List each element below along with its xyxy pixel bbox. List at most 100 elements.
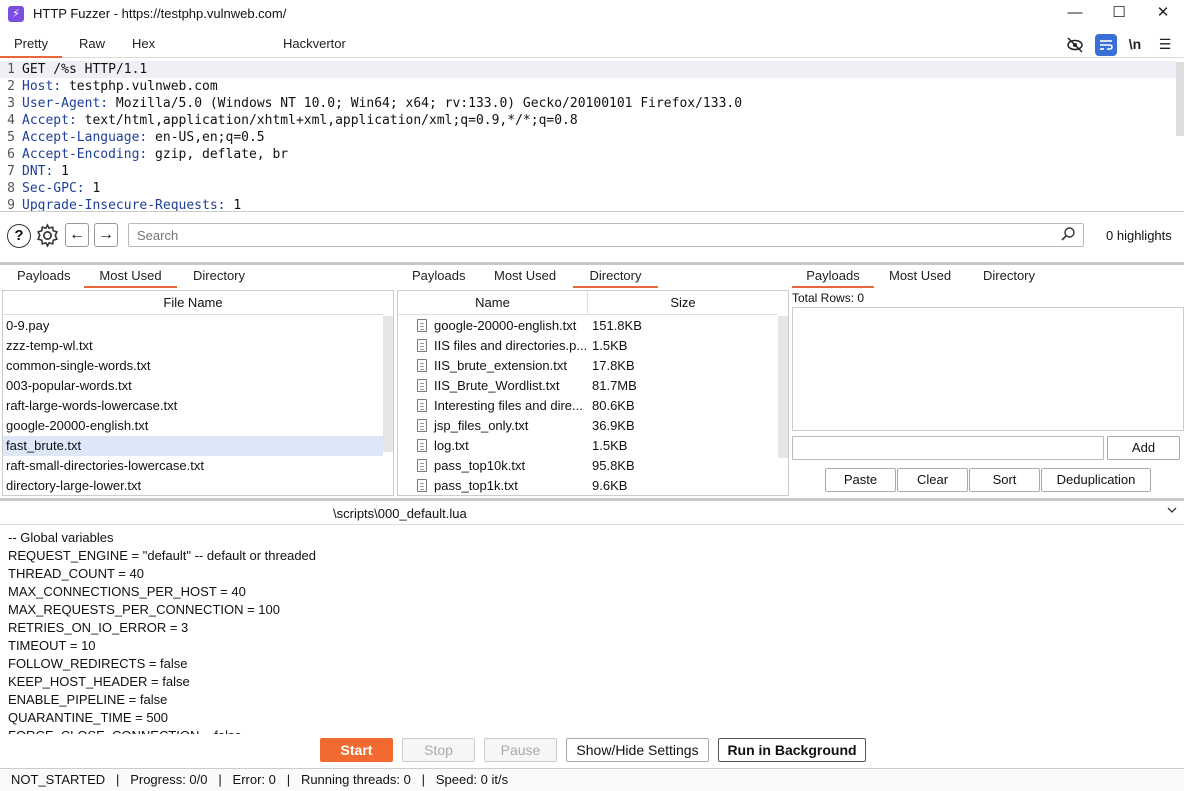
file-name[interactable]: IIS_brute_extension.txt <box>434 356 567 376</box>
maximize-button[interactable]: ☐ <box>1096 0 1142 28</box>
script-editor[interactable]: -- Global variables REQUEST_ENGINE = "def… <box>0 524 1184 734</box>
request-line: 3 User-Agent: Mozilla/5.0 (Windows NT 10.… <box>0 95 1176 112</box>
file-size: 151.8KB <box>592 318 642 333</box>
pause-button[interactable]: Pause <box>484 738 557 762</box>
forward-arrow-icon[interactable]: → <box>94 223 118 247</box>
file-name[interactable]: pass_top10k.txt <box>434 456 525 476</box>
right-tab-directory[interactable]: Directory <box>983 268 1035 288</box>
file-name[interactable]: pass_top1k.txt <box>434 476 518 495</box>
script-line: MAX_CONNECTIONS_PER_HOST = 40 <box>8 584 246 599</box>
script-line: MAX_REQUESTS_PER_CONNECTION = 100 <box>8 602 280 617</box>
request-line: 2 Host: testphp.vulnweb.com <box>0 78 1176 95</box>
mid-tab-directory[interactable]: Directory <box>573 268 658 288</box>
close-button[interactable]: ✕ <box>1140 0 1184 28</box>
file-icon <box>417 359 427 372</box>
mid-file-list[interactable]: google-20000-english.txt 151.8KB IIS files… <box>398 316 778 495</box>
file-icon <box>417 399 427 412</box>
script-line: -- Global variables <box>8 530 114 545</box>
mid-tab-payloads[interactable]: Payloads <box>412 268 465 288</box>
minimize-button[interactable]: — <box>1052 0 1098 28</box>
header-name: User-Agent <box>22 96 101 111</box>
left-tab-most-used[interactable]: Most Used <box>84 268 177 288</box>
mid-tab-most-used[interactable]: Most Used <box>494 268 556 288</box>
right-tab-payloads[interactable]: Payloads <box>792 268 874 288</box>
menu-icon[interactable]: ☰ <box>1154 34 1176 56</box>
script-line: THREAD_COUNT = 40 <box>8 566 144 581</box>
file-size: 9.6KB <box>592 478 628 493</box>
file-name[interactable]: Interesting files and dire... <box>434 396 583 416</box>
payload-list-area[interactable] <box>792 307 1184 431</box>
mid-list-scrollbar[interactable] <box>778 316 788 458</box>
pane-divider[interactable] <box>0 262 1184 265</box>
highlights-count: 0 highlights <box>1106 228 1172 243</box>
file-size: 36.9KB <box>592 418 635 433</box>
script-line: TIMEOUT = 10 <box>8 638 96 653</box>
sort-button[interactable]: Sort <box>969 468 1040 492</box>
left-file-list[interactable]: 0-9.pay zzz-temp-wl.txt common-single-word… <box>3 316 383 495</box>
mid-size-header[interactable]: Size <box>588 291 778 315</box>
list-item[interactable]: common-single-words.txt <box>3 356 383 376</box>
help-icon[interactable]: ? <box>7 224 31 248</box>
mid-name-header[interactable]: Name <box>398 291 588 315</box>
file-name[interactable]: log.txt <box>434 436 469 456</box>
add-button[interactable]: Add <box>1107 436 1180 460</box>
list-item[interactable]: 0-9.pay <box>3 316 383 336</box>
payload-add-input[interactable] <box>792 436 1104 460</box>
file-icon <box>417 319 427 332</box>
file-name[interactable]: IIS_Brute_Wordlist.txt <box>434 376 559 396</box>
header-name: Accept-Language <box>22 130 140 145</box>
pane-divider-lower[interactable] <box>0 498 1184 501</box>
right-tab-most-used[interactable]: Most Used <box>889 268 951 288</box>
left-tab-directory[interactable]: Directory <box>193 268 245 288</box>
start-button[interactable]: Start <box>320 738 393 762</box>
list-item[interactable]: raft-small-directories-lowercase.txt <box>3 456 383 476</box>
file-name[interactable]: jsp_files_only.txt <box>434 416 528 436</box>
back-arrow-icon[interactable]: ← <box>65 223 89 247</box>
list-item[interactable]: directory-large-lower.txt <box>3 476 383 495</box>
left-list-scrollbar[interactable] <box>383 316 393 452</box>
tab-hackvertor[interactable]: Hackvertor <box>283 34 346 58</box>
list-item[interactable]: fast_brute.txt <box>3 436 383 456</box>
left-tab-payloads[interactable]: Payloads <box>17 268 70 288</box>
run-in-background-button[interactable]: Run in Background <box>718 738 866 762</box>
search-input[interactable] <box>128 223 1084 247</box>
hide-eye-icon[interactable] <box>1064 34 1086 56</box>
script-line: FOLLOW_REDIRECTS = false <box>8 656 188 671</box>
file-icon <box>417 459 427 472</box>
left-file-header[interactable]: File Name <box>3 291 383 315</box>
deduplication-button[interactable]: Deduplication <box>1041 468 1151 492</box>
stop-button[interactable]: Stop <box>402 738 475 762</box>
paste-button[interactable]: Paste <box>825 468 896 492</box>
file-size: 80.6KB <box>592 398 635 413</box>
file-size: 1.5KB <box>592 338 628 353</box>
request-line: 4 Accept: text/html,application/xhtml+xml… <box>0 112 1176 129</box>
file-name[interactable]: IIS files and directories.p... <box>434 336 587 356</box>
header-value: 1 <box>225 198 242 212</box>
tab-hex[interactable]: Hex <box>132 34 155 58</box>
list-item[interactable]: google-20000-english.txt <box>3 416 383 436</box>
line-number: 3 <box>7 96 15 111</box>
file-name[interactable]: google-20000-english.txt <box>434 316 576 336</box>
file-icon <box>417 419 427 432</box>
show-hide-settings-button[interactable]: Show/Hide Settings <box>566 738 709 762</box>
settings-gear-icon[interactable] <box>35 223 60 248</box>
list-item[interactable]: 003-popular-words.txt <box>3 376 383 396</box>
newline-toggle-icon[interactable]: \n <box>1124 34 1146 56</box>
list-item[interactable]: zzz-temp-wl.txt <box>3 336 383 356</box>
header-value: 1 <box>84 181 101 196</box>
line-number: 6 <box>7 147 15 162</box>
script-path-select[interactable]: \scripts\000_default.lua <box>333 506 467 521</box>
request-editor[interactable]: 1 GET /%s HTTP/1.1 2 Host: testphp.vulnweb.… <box>0 60 1184 212</box>
script-line: REQUEST_ENGINE = "default" -- default or… <box>8 548 317 563</box>
header-value: GET /%s HTTP/1.1 <box>22 62 148 77</box>
clear-button[interactable]: Clear <box>897 468 968 492</box>
file-size: 17.8KB <box>592 358 635 373</box>
request-scrollbar[interactable] <box>1176 62 1184 136</box>
word-wrap-icon[interactable] <box>1095 34 1117 56</box>
chevron-down-icon[interactable] <box>1166 504 1178 519</box>
tab-pretty[interactable]: Pretty <box>0 34 62 58</box>
list-item[interactable]: raft-large-words-lowercase.txt <box>3 396 383 416</box>
tab-raw[interactable]: Raw <box>79 34 105 58</box>
status-bar: NOT_STARTED | Progress: 0/0 | Error: 0 |… <box>0 768 1184 791</box>
search-icon[interactable] <box>1060 226 1078 244</box>
